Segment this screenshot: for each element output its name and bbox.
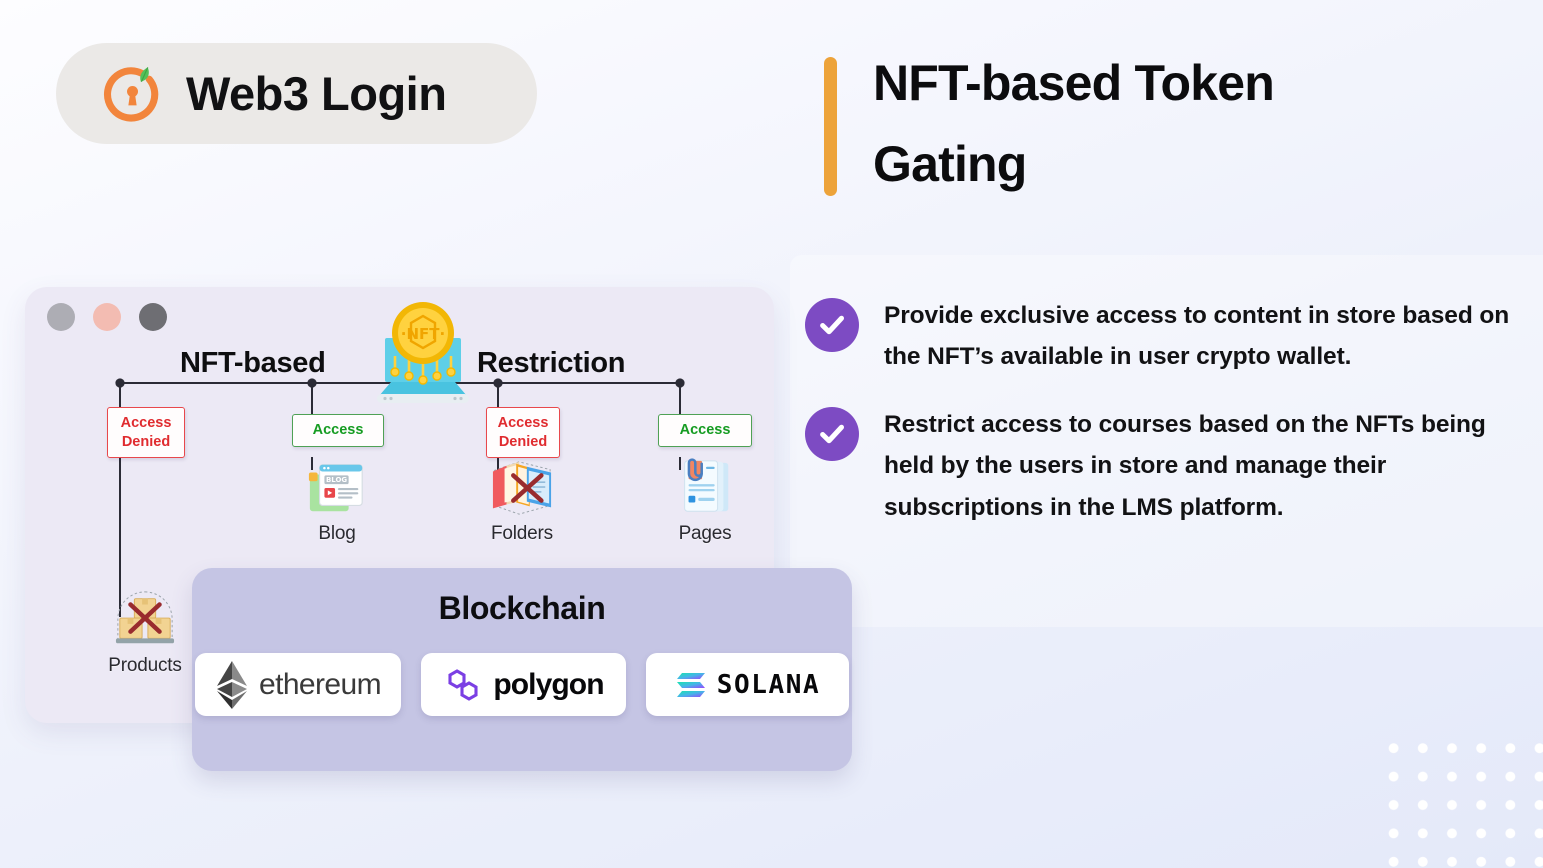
chain-chip-polygon[interactable]: polygon [421, 653, 626, 716]
svg-text:·NFT·: ·NFT· [401, 325, 445, 343]
pages-paperclip-icon [684, 458, 729, 512]
diagram-node-pages: Pages [645, 457, 765, 545]
lock-ring-leaf-icon [103, 67, 159, 122]
chain-name-solana: SOLANA [716, 669, 821, 700]
ethereum-diamond-icon [217, 660, 248, 709]
blockchain-panel: Blockchain ethereum polygon SOLANA [192, 568, 852, 771]
chain-chip-solana[interactable]: SOLANA [646, 653, 849, 716]
diagram-node-label: Pages [678, 523, 732, 544]
blockchain-chip-row: ethereum polygon SOLANA [192, 653, 852, 716]
diagram-node-label: Blog [318, 523, 356, 544]
diagram-heading-left: NFT-based [180, 347, 326, 379]
list-item: Provide exclusive access to content in s… [805, 295, 1520, 377]
headline-accent-bar [824, 57, 837, 196]
check-circle-icon [805, 298, 859, 352]
diagram-heading-right: Restriction [477, 347, 626, 379]
nft-coin-chip-icon: ·NFT· [377, 302, 469, 403]
status-badge: Access [292, 414, 384, 447]
chain-name-ethereum: ethereum [259, 667, 382, 701]
solana-bars-icon [676, 672, 705, 697]
brand-pill: Web3 Login [56, 43, 537, 144]
bullet-text: Restrict access to courses based on the … [884, 411, 1486, 521]
dot-grid-decoration [1371, 726, 1543, 868]
slide-root: Web3 Login NFT-based Token Gating Provid… [0, 0, 1543, 868]
status-badge: Access Denied [486, 407, 560, 459]
boxes-blocked-icon [115, 591, 175, 644]
brand-name: Web3 Login [186, 67, 447, 120]
bullet-text: Provide exclusive access to content in s… [884, 302, 1510, 371]
check-circle-icon [805, 407, 859, 462]
status-badge: Access [658, 414, 752, 447]
diagram-node-folders: Folders [462, 457, 582, 545]
list-item: Restrict access to courses based on the … [805, 404, 1520, 527]
chain-name-polygon: polygon [493, 667, 604, 701]
chain-chip-ethereum[interactable]: ethereum [195, 653, 401, 716]
page-title: NFT-based Token Gating [873, 55, 1275, 192]
diagram-node-blog: BLOG Blog [277, 457, 397, 545]
blockchain-title: Blockchain [438, 590, 606, 626]
folders-blocked-icon [492, 461, 552, 515]
diagram-node-label: Folders [491, 523, 553, 544]
diagram-node-products: Products [85, 589, 205, 677]
svg-text:BLOG: BLOG [326, 476, 347, 484]
polygon-loops-icon [448, 668, 478, 701]
blog-window-icon: BLOG [308, 464, 363, 512]
diagram-node-label: Products [108, 655, 182, 676]
feature-bullet-list: Provide exclusive access to content in s… [805, 295, 1520, 528]
status-badge: Access Denied [107, 407, 185, 459]
headline-wrap: NFT-based Token Gating [824, 55, 1433, 205]
